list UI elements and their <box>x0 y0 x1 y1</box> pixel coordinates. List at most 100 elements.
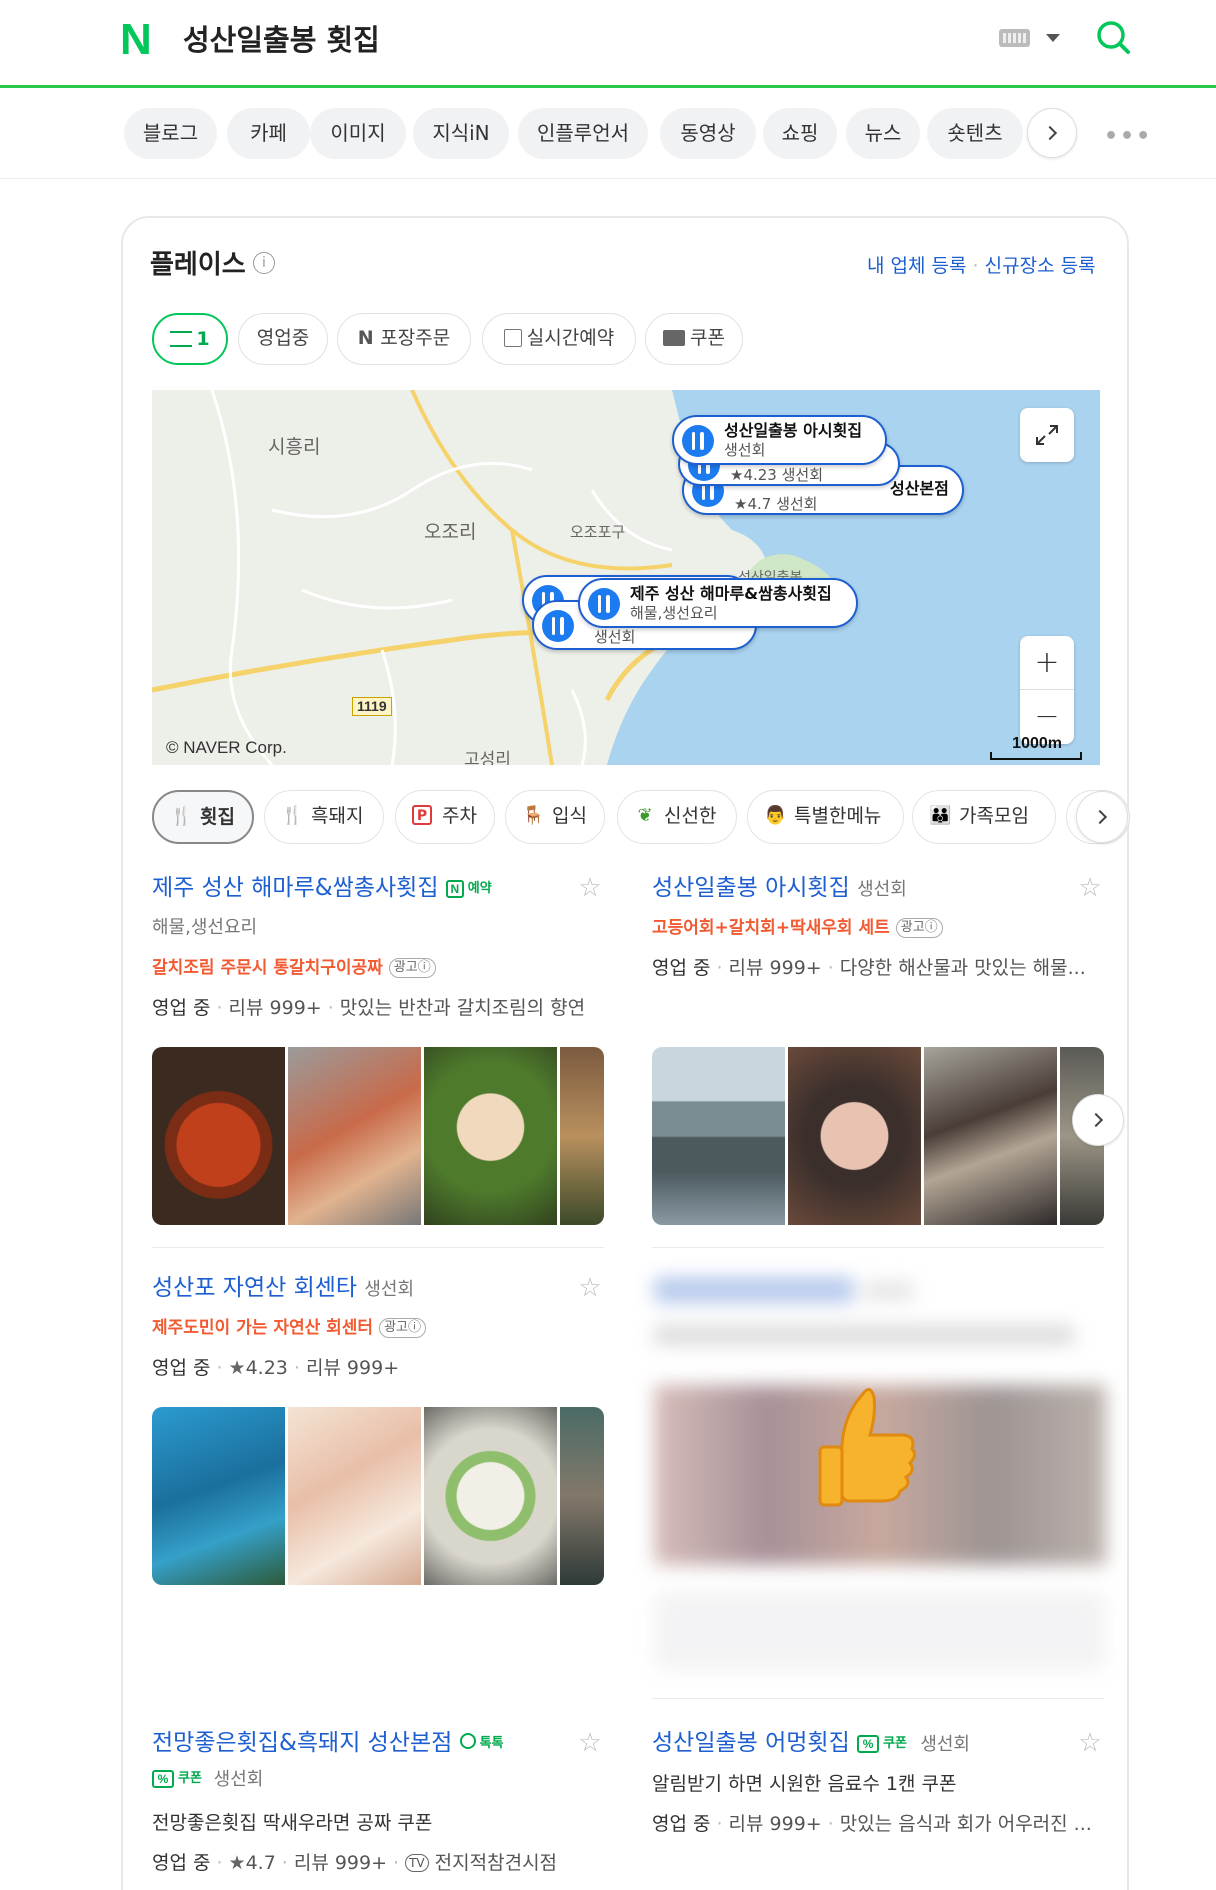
chevron-down-icon[interactable] <box>1046 34 1060 42</box>
photo <box>424 1047 557 1225</box>
tab-blog[interactable]: 블로그 <box>124 108 217 159</box>
review-count: 리뷰 999+ <box>728 957 822 979</box>
place-name: 성산포 자연산 회센타 <box>152 1275 358 1301</box>
coupon-badge: 쿠폰 <box>883 1736 907 1751</box>
tab-influencer[interactable]: 인플루언서 <box>518 108 648 159</box>
star-icon[interactable]: ☆ <box>576 874 604 902</box>
place-name-link[interactable]: 성산일출봉 아시횟집 생선회 <box>652 872 907 906</box>
category-standing[interactable]: 🪑 입식 <box>505 790 605 844</box>
register-new-link[interactable]: 신규장소 등록 <box>985 255 1096 277</box>
coupon-icon: % <box>152 1770 174 1788</box>
category-sashimi[interactable]: 🍴 횟집 <box>152 790 254 844</box>
place-name-link[interactable]: 성산일출봉 어멍횟집 % 쿠폰 생선회 <box>652 1727 970 1761</box>
map-copyright: © NAVER Corp. <box>166 738 287 757</box>
category-parking[interactable]: P 주차 <box>395 790 495 844</box>
filter-count: 1 <box>196 328 210 350</box>
utensils-icon: 🍴 <box>281 805 304 826</box>
places-map[interactable]: 시흥리 오조리 오조포구 성산일출봉 고성리 1119 성산본점★4.7 생선회… <box>152 390 1100 765</box>
naver-logo[interactable]: N <box>120 18 164 62</box>
open-status: 영업 중 <box>152 1357 211 1379</box>
places-title: 플레이스 <box>150 250 246 280</box>
gallery-next-button[interactable] <box>1072 1094 1124 1146</box>
place-name: 성산일출봉 아시횟집 <box>652 875 850 901</box>
filter-reservation[interactable]: 실시간예약 <box>482 313 636 365</box>
open-status: 영업 중 <box>652 957 711 979</box>
pin-name: 성산본점 <box>890 479 949 498</box>
tv-icon: TV <box>405 1854 429 1872</box>
tab-image[interactable]: 이미지 <box>310 108 406 159</box>
tabs-next-button[interactable] <box>1027 108 1077 158</box>
review-count: 리뷰 999+ <box>228 997 322 1019</box>
tab-cafe[interactable]: 카페 <box>227 108 310 159</box>
ad-tag[interactable]: 광고ⓘ <box>895 918 943 938</box>
chevron-right-icon <box>1088 1112 1104 1128</box>
search-icon[interactable] <box>1095 19 1131 55</box>
category-fresh[interactable]: ❦ 신선한 <box>617 790 737 844</box>
promo-label: 제주도민이 가는 자연산 회센터 <box>152 1318 374 1338</box>
place-description: 맛있는 반찬과 갈치조림의 향연 <box>339 997 586 1019</box>
photo <box>652 1047 785 1225</box>
map-pin[interactable]: 성산일출봉 아시횟집 생선회 <box>672 415 887 465</box>
info-icon[interactable]: i <box>253 252 275 274</box>
road-number-badge: 1119 <box>352 697 392 716</box>
ad-tag[interactable]: 광고ⓘ <box>379 1318 426 1338</box>
search-query[interactable]: 성산일출봉 횟집 <box>183 18 380 62</box>
photo <box>924 1047 1057 1225</box>
category-special-menu[interactable]: 👨 특별한메뉴 <box>747 790 904 844</box>
map-pin[interactable]: 제주 성산 해마루&쌈총사횟집 해물,생선요리 <box>578 578 858 628</box>
zoom-in-button[interactable]: + <box>1020 636 1074 690</box>
sliders-icon <box>170 331 193 347</box>
filter-settings-button[interactable]: 1 <box>152 313 228 365</box>
reservation-badge: 예약 <box>467 881 492 896</box>
coupon-line: % 쿠폰 생선회 <box>152 1767 263 1793</box>
promo-text[interactable]: 갈치조림 주문시 통갈치구이공짜 광고ⓘ <box>152 955 436 981</box>
place-name-link[interactable]: 성산포 자연산 회센타 생선회 <box>152 1272 414 1306</box>
expand-icon[interactable] <box>1020 408 1074 462</box>
coupon-badge: 쿠폰 <box>178 1771 202 1786</box>
tab-video[interactable]: 동영상 <box>660 108 756 159</box>
photo <box>560 1047 604 1225</box>
filter-coupon-label: 쿠폰 <box>690 327 725 349</box>
family-icon: 👪 <box>929 805 952 826</box>
photo-gallery[interactable] <box>152 1047 604 1225</box>
tab-shortents[interactable]: 숏텐츠 <box>927 108 1023 159</box>
calendar-icon <box>503 329 522 347</box>
promo-text[interactable]: 제주도민이 가는 자연산 회센터 광고ⓘ <box>152 1315 426 1341</box>
map-label-ojopo: 오조포구 <box>570 523 626 541</box>
utensils-icon: 🍴 <box>170 806 193 827</box>
coupon-text[interactable]: 알림받기 하면 시원한 음료수 1캔 쿠폰 <box>652 1770 957 1798</box>
divider <box>652 1247 1104 1248</box>
filter-takeout[interactable]: N 포장주문 <box>337 313 471 365</box>
tab-shopping[interactable]: 쇼핑 <box>763 108 837 159</box>
thumbs-up-icon <box>818 1388 917 1507</box>
rating-star-icon: ★ <box>228 1357 246 1379</box>
category-family[interactable]: 👪 가족모임 <box>912 790 1056 844</box>
star-icon[interactable]: ☆ <box>1076 874 1104 902</box>
naver-n-icon: N <box>357 327 381 349</box>
star-icon[interactable]: ☆ <box>576 1729 604 1757</box>
place-name-link[interactable]: 전망좋은횟집&흑돼지 성산본점 톡톡 <box>152 1727 504 1759</box>
star-icon[interactable]: ☆ <box>576 1274 604 1302</box>
talk-icon <box>459 1733 476 1749</box>
filter-open[interactable]: 영업중 <box>238 313 328 365</box>
place-name-link[interactable]: 제주 성산 해마루&쌈총사횟집 N 예약 <box>152 872 492 904</box>
filter-coupon[interactable]: 쿠폰 <box>645 313 743 365</box>
tab-kin[interactable]: 지식iN <box>413 108 509 159</box>
place-meta: 영업 중 · 리뷰 999+ · 맛있는 음식과 회가 어우러진 ... <box>652 1813 1092 1835</box>
category-next-button[interactable] <box>1076 791 1128 843</box>
register-business-link[interactable]: 내 업체 등록 <box>867 255 966 277</box>
tab-news[interactable]: 뉴스 <box>846 108 920 159</box>
photo-gallery[interactable] <box>652 1047 1104 1225</box>
coupon-icon: % <box>857 1735 880 1753</box>
category-black-pork[interactable]: 🍴 흑돼지 <box>264 790 384 844</box>
reservation-icon: N <box>445 880 464 898</box>
star-icon[interactable]: ☆ <box>1076 1729 1104 1757</box>
keyboard-icon[interactable] <box>999 29 1030 47</box>
ad-tag[interactable]: 광고ⓘ <box>388 958 436 978</box>
category-label: 주차 <box>442 805 477 827</box>
coupon-text[interactable]: 전망좋은횟집 딱새우라면 공짜 쿠폰 <box>152 1809 432 1837</box>
photo-gallery[interactable] <box>152 1407 604 1585</box>
promo-text[interactable]: 고등어회+갈치회+딱새우회 세트 광고ⓘ <box>652 915 943 941</box>
category-label: 신선한 <box>664 805 717 827</box>
more-icon[interactable]: ••• <box>1104 126 1152 148</box>
